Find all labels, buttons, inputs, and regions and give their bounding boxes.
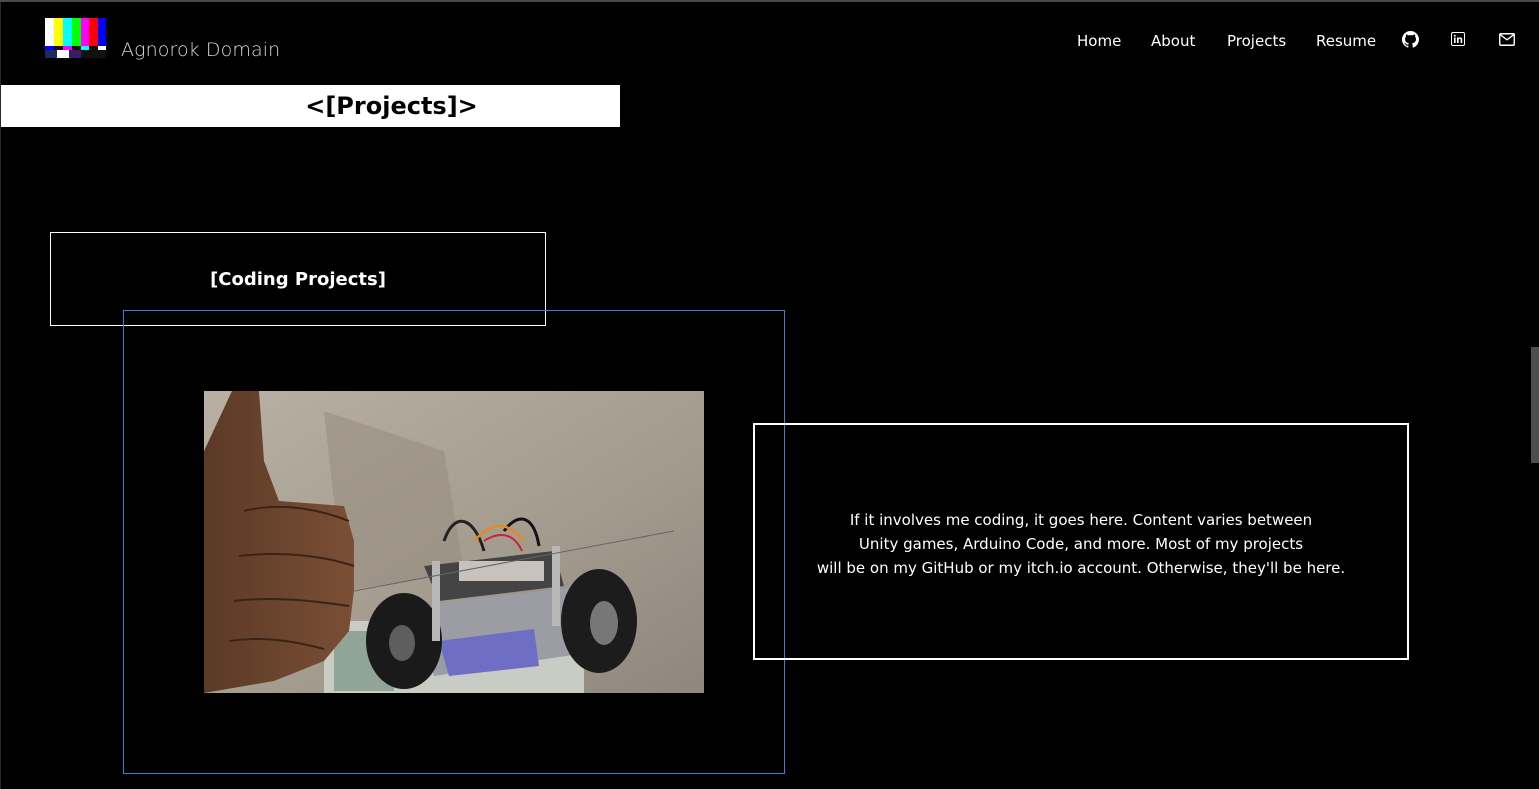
coding-projects-description-box: If it involves me coding, it goes here. … <box>753 423 1409 660</box>
nav-resume-link[interactable]: Resume <box>1316 32 1376 50</box>
description-line: Unity games, Arduino Code, and more. Mos… <box>858 535 1304 553</box>
page-title-bar: <[Projects]> <box>1 85 620 127</box>
coding-projects-description: If it involves me coding, it goes here. … <box>755 508 1407 580</box>
description-line: If it involves me coding, it goes here. … <box>849 511 1313 529</box>
mail-icon[interactable] <box>1499 33 1515 46</box>
nav-projects-link[interactable]: Projects <box>1227 32 1286 50</box>
page-title: <[Projects]> <box>305 92 478 120</box>
description-line: will be on my GitHub or my itch.io accou… <box>816 559 1346 577</box>
linkedin-icon[interactable] <box>1451 32 1465 46</box>
robot-photo-illustration <box>204 391 704 693</box>
arduino-robot-photo <box>204 391 704 693</box>
test-pattern-logo-icon[interactable] <box>45 18 106 58</box>
github-icon[interactable] <box>1402 31 1419 48</box>
site-brand-name[interactable]: Agnorok Domain <box>121 39 280 61</box>
coding-projects-heading: [Coding Projects] <box>210 268 386 290</box>
nav-about-link[interactable]: About <box>1151 32 1195 50</box>
page-scrollbar-thumb[interactable] <box>1531 347 1539 463</box>
nav-home-link[interactable]: Home <box>1077 32 1121 50</box>
window-top-border <box>0 0 1539 2</box>
